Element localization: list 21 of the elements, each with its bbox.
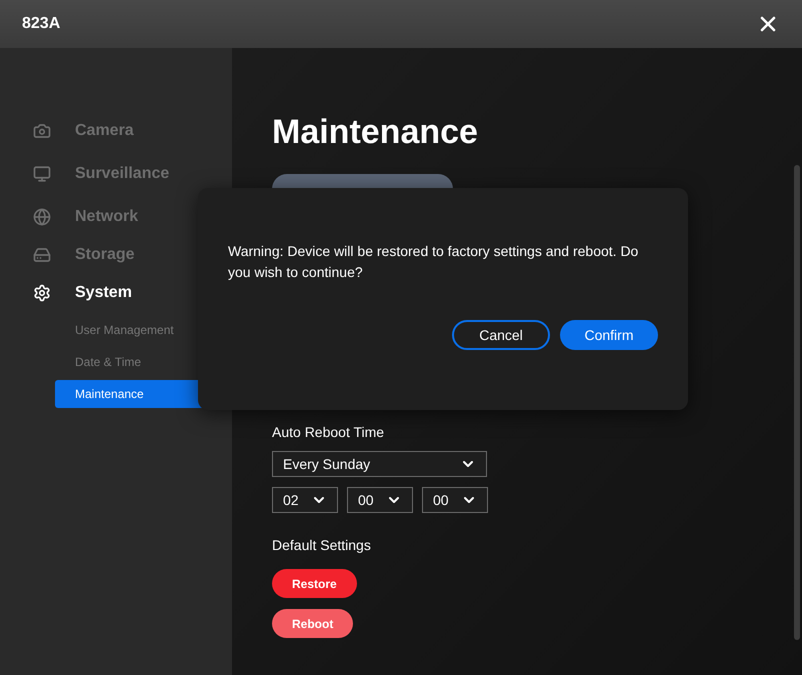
reboot-button[interactable]: Reboot: [272, 609, 354, 638]
restore-button[interactable]: Restore: [272, 569, 357, 598]
sidebar-item[interactable]: Surveillance: [0, 155, 232, 193]
cancel-button[interactable]: Cancel: [452, 320, 550, 350]
storage-icon: [33, 246, 51, 264]
globe-icon: [33, 208, 51, 226]
camera-icon: [33, 122, 51, 140]
dropdown[interactable]: Every Sunday: [272, 451, 487, 477]
window-title: 823A: [22, 14, 60, 34]
dropdown[interactable]: 02: [272, 487, 338, 513]
field-label: Auto Reboot Time: [272, 423, 386, 442]
monitor-icon: [33, 165, 51, 183]
dropdown[interactable]: 00: [347, 487, 413, 513]
gear-icon: [33, 284, 51, 302]
sidebar-item[interactable]: Camera: [0, 112, 232, 150]
page-title: Maintenance: [272, 112, 479, 152]
dropdown[interactable]: 00: [422, 487, 488, 513]
dialog-message: Warning: Device will be restored to factory settings and reboot. Do you wish to continue?: [228, 242, 640, 282]
confirm-button[interactable]: Confirm: [560, 320, 658, 350]
section-label: Default Settings: [272, 536, 372, 555]
sidebar-item[interactable]: Network: [0, 198, 232, 236]
